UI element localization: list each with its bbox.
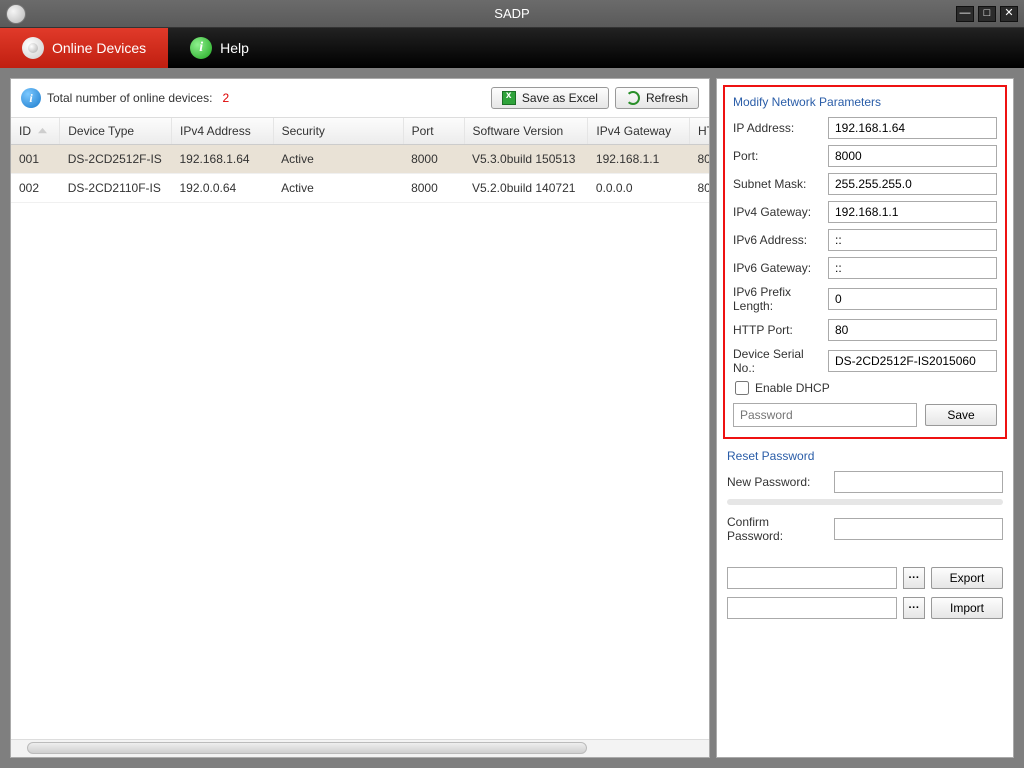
- scrollbar-thumb[interactable]: [27, 742, 587, 754]
- ipv6-address-input[interactable]: [828, 229, 997, 251]
- gateway-input[interactable]: [828, 201, 997, 223]
- ipv6-address-label: IPv6 Address:: [733, 233, 822, 247]
- ipv6-prefix-label: IPv6 Prefix Length:: [733, 285, 822, 313]
- cell-ipv4-gateway: 0.0.0.0: [588, 174, 690, 203]
- cell-device-type: DS-2CD2110F-IS: [60, 174, 172, 203]
- export-button[interactable]: Export: [931, 567, 1003, 589]
- new-password-input[interactable]: [834, 471, 1003, 493]
- devices-table-wrap[interactable]: ID Device Type IPv4 Address Security Por…: [11, 118, 709, 739]
- cell-http: 80: [689, 145, 709, 174]
- dhcp-checkbox[interactable]: [735, 381, 749, 395]
- refresh-button[interactable]: Refresh: [615, 87, 699, 109]
- modify-network-section: Modify Network Parameters IP Address: Po…: [723, 85, 1007, 439]
- cell-port: 8000: [403, 145, 464, 174]
- new-password-label: New Password:: [727, 475, 828, 489]
- http-port-input[interactable]: [828, 319, 997, 341]
- reset-password-section: Reset Password New Password: Confirm Pas…: [723, 449, 1007, 627]
- dhcp-label: Enable DHCP: [755, 381, 830, 395]
- col-ipv4[interactable]: IPv4 Address: [172, 118, 274, 145]
- cell-ipv4-gateway: 192.168.1.1: [588, 145, 690, 174]
- browse-import-button[interactable]: ···: [903, 597, 925, 619]
- side-panel: Modify Network Parameters IP Address: Po…: [716, 78, 1014, 758]
- total-devices-count: 2: [222, 91, 229, 105]
- button-label: Refresh: [646, 91, 688, 105]
- maximize-button[interactable]: □: [978, 6, 996, 22]
- gateway-label: IPv4 Gateway:: [733, 205, 822, 219]
- subnet-label: Subnet Mask:: [733, 177, 822, 191]
- window-title: SADP: [494, 6, 529, 21]
- section-title: Reset Password: [727, 449, 1003, 463]
- serial-input[interactable]: [828, 350, 997, 372]
- ipv6-gateway-label: IPv6 Gateway:: [733, 261, 822, 275]
- horizontal-scrollbar[interactable]: [11, 739, 709, 757]
- sort-icon: [38, 124, 47, 138]
- total-devices-label: Total number of online devices:: [47, 91, 212, 105]
- devices-table: ID Device Type IPv4 Address Security Por…: [11, 118, 709, 203]
- refresh-icon: [626, 91, 640, 105]
- cell-software-version: V5.3.0build 150513: [464, 145, 588, 174]
- cell-ipv4-address: 192.0.0.64: [172, 174, 274, 203]
- cell-id: 002: [11, 174, 60, 203]
- col-id[interactable]: ID: [11, 118, 60, 145]
- import-path-input[interactable]: [727, 597, 897, 619]
- cell-http: 80: [689, 174, 709, 203]
- tab-label: Online Devices: [52, 40, 146, 56]
- col-gateway[interactable]: IPv4 Gateway: [588, 118, 690, 145]
- tab-online-devices[interactable]: Online Devices: [0, 28, 168, 68]
- devices-panel: i Total number of online devices: 2 Save…: [10, 78, 710, 758]
- password-strength-bar: [727, 499, 1003, 505]
- http-port-label: HTTP Port:: [733, 323, 822, 337]
- port-label: Port:: [733, 149, 822, 163]
- button-label: Save as Excel: [522, 91, 598, 105]
- serial-label: Device Serial No.:: [733, 347, 822, 375]
- ipv6-gateway-input[interactable]: [828, 257, 997, 279]
- cell-id: 001: [11, 145, 60, 174]
- excel-icon: [502, 91, 516, 105]
- col-device-type[interactable]: Device Type: [60, 118, 172, 145]
- export-path-input[interactable]: [727, 567, 897, 589]
- tab-help[interactable]: i Help: [168, 28, 271, 68]
- col-http[interactable]: HTT: [689, 118, 709, 145]
- info-icon: i: [190, 37, 212, 59]
- import-button[interactable]: Import: [931, 597, 1003, 619]
- col-software[interactable]: Software Version: [464, 118, 588, 145]
- ipv6-prefix-input[interactable]: [828, 288, 997, 310]
- browse-export-button[interactable]: ···: [903, 567, 925, 589]
- port-input[interactable]: [828, 145, 997, 167]
- table-row[interactable]: 001DS-2CD2512F-IS192.168.1.64Active8000V…: [11, 145, 709, 174]
- cell-ipv4-address: 192.168.1.64: [172, 145, 274, 174]
- confirm-password-label: Confirm Password:: [727, 515, 828, 543]
- section-title: Modify Network Parameters: [733, 95, 997, 109]
- tab-label: Help: [220, 40, 249, 56]
- confirm-password-input[interactable]: [834, 518, 1003, 540]
- toolbar: i Total number of online devices: 2 Save…: [11, 79, 709, 118]
- cell-port: 8000: [403, 174, 464, 203]
- subnet-input[interactable]: [828, 173, 997, 195]
- save-button[interactable]: Save: [925, 404, 997, 426]
- close-button[interactable]: ✕: [1000, 6, 1018, 22]
- cell-software-version: V5.2.0build 140721: [464, 174, 588, 203]
- info-icon: i: [21, 88, 41, 108]
- app-window: SADP — □ ✕ Online Devices i Help i Total…: [0, 0, 1024, 768]
- titlebar: SADP — □ ✕: [0, 0, 1024, 28]
- col-security[interactable]: Security: [273, 118, 403, 145]
- col-port[interactable]: Port: [403, 118, 464, 145]
- ip-address-input[interactable]: [828, 117, 997, 139]
- nav-tabs: Online Devices i Help: [0, 28, 1024, 68]
- save-excel-button[interactable]: Save as Excel: [491, 87, 609, 109]
- content-area: i Total number of online devices: 2 Save…: [0, 68, 1024, 768]
- ip-address-label: IP Address:: [733, 121, 822, 135]
- magnifier-icon: [22, 37, 44, 59]
- cell-security: Active: [273, 174, 403, 203]
- password-input[interactable]: [733, 403, 917, 427]
- minimize-button[interactable]: —: [956, 6, 974, 22]
- table-row[interactable]: 002DS-2CD2110F-IS192.0.0.64Active8000V5.…: [11, 174, 709, 203]
- cell-security: Active: [273, 145, 403, 174]
- cell-device-type: DS-2CD2512F-IS: [60, 145, 172, 174]
- app-icon: [6, 4, 26, 24]
